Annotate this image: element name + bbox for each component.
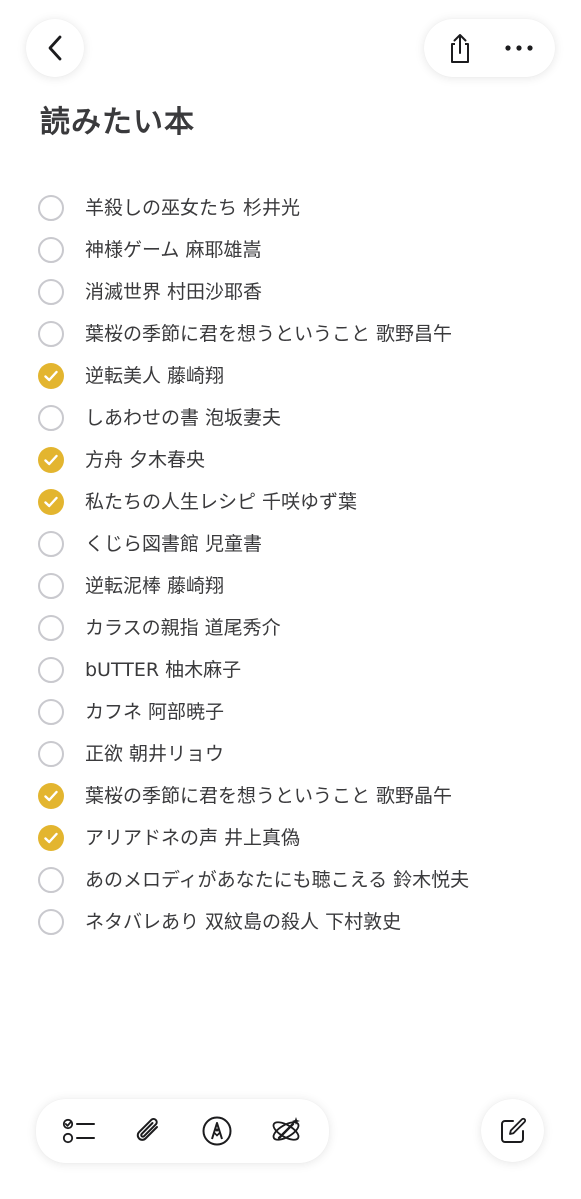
checkmark-icon [44, 832, 58, 844]
checklist-item-text[interactable]: 神様ゲーム 麻耶雄嵩 [85, 237, 261, 263]
checklist-item: 葉桜の季節に君を想うということ 歌野晶午 [38, 775, 568, 817]
attach-button[interactable] [125, 1108, 171, 1154]
checklist-item-text[interactable]: 方舟 夕木春央 [85, 447, 205, 473]
checkbox-checked[interactable] [38, 363, 64, 389]
markup-button[interactable] [194, 1108, 240, 1154]
checkbox-unchecked[interactable] [38, 657, 64, 683]
checklist-item: ネタバレあり 双紋島の殺人 下村敦史 [38, 901, 568, 943]
checkbox-unchecked[interactable] [38, 909, 64, 935]
checklist-item: アリアドネの声 井上真偽 [38, 817, 568, 859]
checklist-button[interactable] [56, 1108, 102, 1154]
checkbox-checked[interactable] [38, 783, 64, 809]
checkbox-unchecked[interactable] [38, 279, 64, 305]
compose-button[interactable] [481, 1099, 544, 1162]
checklist-item: 神様ゲーム 麻耶雄嵩 [38, 229, 568, 271]
checklist-item: 消滅世界 村田沙耶香 [38, 271, 568, 313]
checkbox-unchecked[interactable] [38, 237, 64, 263]
checklist-item: あのメロディがあなたにも聴こえる 鈴木悦夫 [38, 859, 568, 901]
checkmark-icon [44, 370, 58, 382]
note-title[interactable]: 読みたい本 [40, 100, 195, 146]
checklist-item-text[interactable]: 逆転泥棒 藤崎翔 [85, 573, 224, 599]
more-button[interactable] [496, 25, 542, 71]
checklist-item: 方舟 夕木春央 [38, 439, 568, 481]
checkmark-icon [44, 454, 58, 466]
checklist-item-text[interactable]: あのメロディがあなたにも聴こえる 鈴木悦夫 [85, 867, 469, 893]
pen-tip-icon [201, 1115, 233, 1147]
back-button[interactable] [26, 19, 84, 77]
checklist-item: 逆転美人 藤崎翔 [38, 355, 568, 397]
checkmark-icon [44, 790, 58, 802]
checkbox-unchecked[interactable] [38, 321, 64, 347]
chevron-left-icon [45, 34, 65, 62]
checklist-item: 羊殺しの巫女たち 杉井光 [38, 187, 568, 229]
checklist-item-text[interactable]: 正欲 朝井リョウ [85, 741, 224, 767]
compose-icon [498, 1116, 528, 1146]
checklist-item-text[interactable]: ネタバレあり 双紋島の殺人 下村敦史 [85, 909, 401, 935]
checklist-item-text[interactable]: くじら図書館 児童書 [85, 531, 262, 557]
checklist-item-text[interactable]: 逆転美人 藤崎翔 [85, 363, 224, 389]
share-button[interactable] [437, 25, 483, 71]
checklist-icon [62, 1117, 96, 1145]
checklist-item: くじら図書館 児童書 [38, 523, 568, 565]
checklist-item: カラスの親指 道尾秀介 [38, 607, 568, 649]
share-icon [447, 32, 473, 64]
checklist-item: カフネ 阿部暁子 [38, 691, 568, 733]
checkbox-unchecked[interactable] [38, 741, 64, 767]
checklist-item-text[interactable]: アリアドネの声 井上真偽 [85, 825, 300, 851]
checklist-item-text[interactable]: 葉桜の季節に君を想うということ 歌野昌午 [85, 321, 452, 347]
checklist-item: 葉桜の季節に君を想うということ 歌野昌午 [38, 313, 568, 355]
checklist-item: しあわせの書 泡坂妻夫 [38, 397, 568, 439]
checkmark-icon [44, 496, 58, 508]
writing-tools-icon [269, 1114, 303, 1148]
checklist-item: 正欲 朝井リョウ [38, 733, 568, 775]
top-actions-group [424, 19, 555, 77]
paperclip-icon [133, 1115, 163, 1147]
checkbox-unchecked[interactable] [38, 573, 64, 599]
checkbox-checked[interactable] [38, 489, 64, 515]
checkbox-checked[interactable] [38, 447, 64, 473]
checklist-item-text[interactable]: しあわせの書 泡坂妻夫 [85, 405, 281, 431]
checklist-item-text[interactable]: 葉桜の季節に君を想うということ 歌野晶午 [85, 783, 452, 809]
checkbox-unchecked[interactable] [38, 699, 64, 725]
checklist: 羊殺しの巫女たち 杉井光 神様ゲーム 麻耶雄嵩 消滅世界 村田沙耶香 葉桜の季節… [38, 187, 568, 943]
checklist-item-text[interactable]: カフネ 阿部暁子 [85, 699, 224, 725]
checklist-item-text[interactable]: カラスの親指 道尾秀介 [85, 615, 281, 641]
checkbox-unchecked[interactable] [38, 195, 64, 221]
checkbox-unchecked[interactable] [38, 531, 64, 557]
checklist-item: bUTTER 柚木麻子 [38, 649, 568, 691]
checklist-item-text[interactable]: bUTTER 柚木麻子 [85, 657, 241, 683]
checkbox-unchecked[interactable] [38, 405, 64, 431]
checklist-item: 私たちの人生レシピ 千咲ゆず葉 [38, 481, 568, 523]
checkbox-unchecked[interactable] [38, 867, 64, 893]
ellipsis-icon [504, 44, 534, 52]
checklist-item-text[interactable]: 私たちの人生レシピ 千咲ゆず葉 [85, 489, 357, 515]
checklist-item-text[interactable]: 羊殺しの巫女たち 杉井光 [85, 195, 300, 221]
bottom-toolbar [36, 1099, 329, 1163]
checkbox-unchecked[interactable] [38, 615, 64, 641]
checklist-item: 逆転泥棒 藤崎翔 [38, 565, 568, 607]
checkbox-checked[interactable] [38, 825, 64, 851]
checklist-item-text[interactable]: 消滅世界 村田沙耶香 [85, 279, 262, 305]
writing-tools-button[interactable] [263, 1108, 309, 1154]
